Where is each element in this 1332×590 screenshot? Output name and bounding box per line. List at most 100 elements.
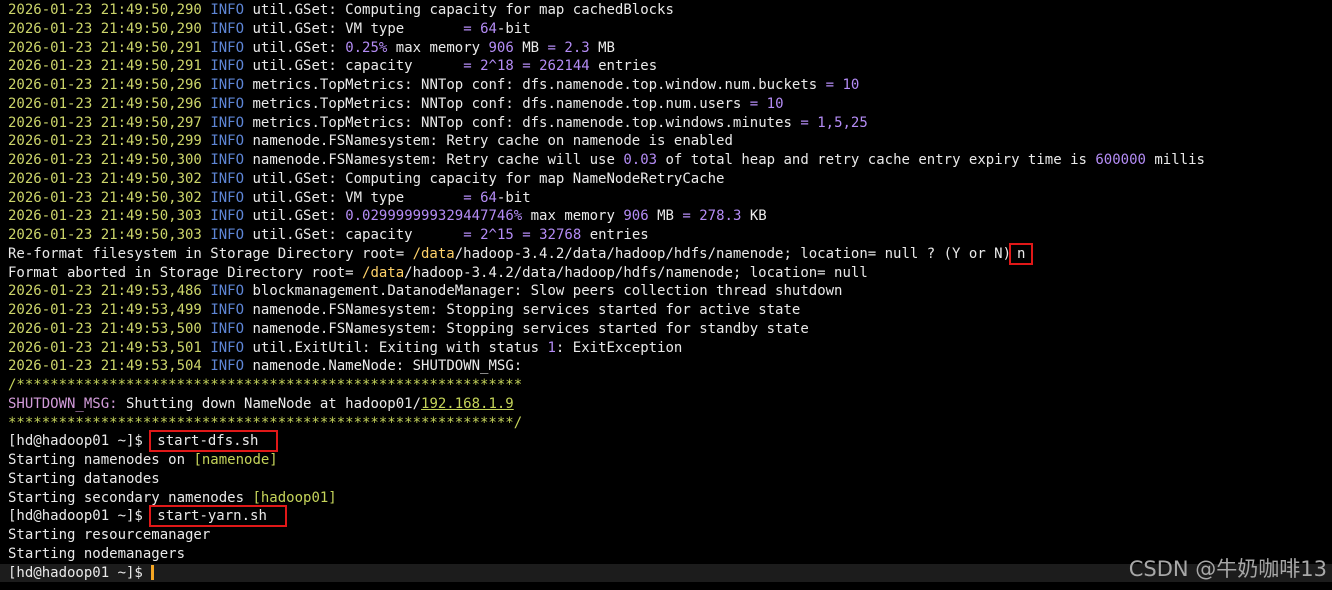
log-level: INFO: [210, 2, 245, 18]
log-line: 2026-01-23 21:49:50,296 INFO metrics.Top…: [8, 76, 1332, 95]
log-text: MB: [513, 39, 548, 56]
log-value: =: [463, 189, 472, 206]
log-timestamp: 2026-01-23 21:49:50,296: [8, 95, 202, 112]
log-value: 1,5,25: [817, 114, 868, 131]
ip-link[interactable]: 192.168.1.9: [421, 396, 514, 412]
log-value: 10: [842, 77, 860, 93]
log-value: =: [825, 77, 835, 93]
log-text: util.GSet: capacity: [252, 227, 464, 243]
log-level: INFO: [210, 189, 245, 206]
log-text: namenode.NameNode: SHUTDOWN_MSG:: [252, 358, 523, 375]
log-line: 2026-01-23 21:49:50,291 INFO util.GSet: …: [8, 39, 1332, 58]
log-text: millis: [1145, 152, 1205, 168]
shell-prompt: [hd@hadoop01 ~]$: [8, 564, 152, 581]
log-value: 262144: [539, 58, 590, 75]
storage-path-rest: /hadoop-3.4.2/data/hadoop/hdfs/namenode;…: [454, 245, 1012, 262]
log-text: MB: [648, 208, 683, 225]
log-line: 2026-01-23 21:49:50,296 INFO metrics.Top…: [8, 95, 1332, 114]
log-level: INFO: [210, 114, 245, 131]
log-value: =: [547, 39, 556, 56]
log-value: =: [749, 95, 759, 112]
log-value: 2: [480, 58, 489, 75]
reformat-answer: n: [1008, 242, 1034, 265]
log-timestamp: 2026-01-23 21:49:50,303: [8, 227, 202, 243]
storage-path: /data: [412, 245, 455, 262]
log-level: INFO: [210, 339, 245, 356]
log-value: 64: [480, 189, 497, 206]
storage-path: /data: [362, 264, 405, 281]
log-value: ^: [488, 227, 497, 243]
log-level: INFO: [210, 39, 245, 56]
log-line: 2026-01-23 21:49:50,302 INFO util.GSet: …: [8, 170, 1332, 189]
shell-prompt: [hd@hadoop01 ~]$: [8, 508, 152, 525]
log-line: 2026-01-23 21:49:50,300 INFO namenode.FS…: [8, 151, 1332, 170]
log-level: INFO: [210, 208, 245, 225]
log-text: max memory: [522, 208, 624, 225]
log-value: 278.3: [699, 208, 742, 225]
log-line: 2026-01-23 21:49:53,499 INFO namenode.FS…: [8, 301, 1332, 320]
text-cursor[interactable]: [151, 565, 155, 580]
log-value: 18: [496, 58, 514, 75]
log-level: INFO: [210, 227, 245, 243]
log-level: INFO: [210, 20, 245, 37]
command-text: start-yarn.sh: [149, 505, 287, 528]
log-text: entries: [581, 227, 649, 243]
log-text: namenode.FSNamesystem: Retry cache on na…: [252, 133, 733, 150]
log-text: util.GSet:: [252, 39, 346, 56]
log-text: metrics.TopMetrics: NNTop conf: dfs.name…: [252, 95, 750, 112]
log-text: util.GSet: capacity: [252, 58, 464, 75]
log-level: INFO: [210, 133, 245, 150]
log-value: 0.03: [623, 152, 658, 168]
log-text: -bit: [496, 20, 531, 37]
log-timestamp: 2026-01-23 21:49:50,291: [8, 39, 202, 56]
log-text: util.GSet: Computing capacity for map ca…: [252, 2, 674, 18]
log-line: 2026-01-23 21:49:50,303 INFO util.GSet: …: [8, 226, 1332, 245]
log-level: INFO: [210, 302, 245, 318]
log-value: 64: [480, 20, 497, 37]
log-value: 2: [480, 227, 489, 243]
stars-close: ****************************************…: [8, 414, 523, 431]
output-text: Starting nodemanagers: [8, 545, 186, 562]
log-line: 2026-01-23 21:49:53,504 INFO namenode.Na…: [8, 357, 1332, 376]
log-text: KB: [741, 208, 767, 225]
log-line: 2026-01-23 21:49:50,297 INFO metrics.Top…: [8, 114, 1332, 133]
log-text: util.GSet: Computing capacity for map Na…: [252, 170, 725, 187]
output-text: Starting namenodes on: [8, 452, 194, 468]
log-value: =: [682, 208, 691, 225]
log-line: 2026-01-23 21:49:53,486 INFO blockmanage…: [8, 282, 1332, 301]
shutdown-message-line: SHUTDOWN_MSG: Shutting down NameNode at …: [8, 395, 1332, 414]
log-level: INFO: [210, 77, 245, 93]
log-timestamp: 2026-01-23 21:49:53,504: [8, 358, 202, 375]
log-timestamp: 2026-01-23 21:49:50,299: [8, 133, 202, 150]
log-level: INFO: [210, 320, 245, 337]
log-timestamp: 2026-01-23 21:49:50,296: [8, 77, 202, 93]
log-level: INFO: [210, 95, 245, 112]
reformat-prefix: Re-format filesystem in Storage Director…: [8, 245, 413, 262]
log-value: =: [463, 227, 472, 243]
command-text: start-dfs.sh: [149, 430, 279, 453]
log-text: namenode.FSNamesystem: Stopping services…: [252, 302, 801, 318]
terminal-output[interactable]: 2026-01-23 21:49:50,290 INFO util.GSet: …: [0, 1, 1332, 590]
yarn-output-rm: Starting resourcemanager: [8, 526, 1332, 545]
log-text: util.GSet:: [252, 208, 346, 225]
log-line: 2026-01-23 21:49:50,299 INFO namenode.FS…: [8, 132, 1332, 151]
log-value: 906: [488, 39, 514, 56]
log-timestamp: 2026-01-23 21:49:53,500: [8, 320, 202, 337]
storage-path-rest: /hadoop-3.4.2/data/hadoop/hdfs/namenode;…: [404, 264, 868, 281]
log-line: 2026-01-23 21:49:50,290 INFO util.GSet: …: [8, 1, 1332, 20]
log-value: 15: [496, 227, 514, 243]
shutdown-label: SHUTDOWN_MSG:: [8, 395, 118, 412]
log-text: -bit: [496, 189, 531, 206]
log-value: 1: [547, 339, 556, 356]
log-line: 2026-01-23 21:49:50,302 INFO util.GSet: …: [8, 189, 1332, 208]
output-text: Starting resourcemanager: [8, 527, 211, 543]
log-value: =: [522, 58, 531, 75]
